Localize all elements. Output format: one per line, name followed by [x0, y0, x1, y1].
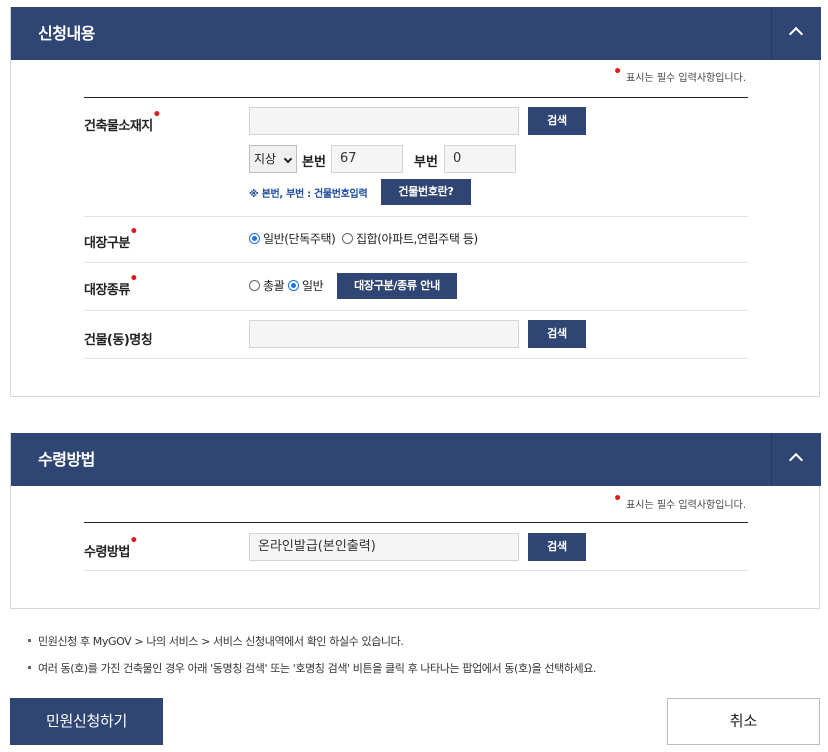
- register-kind-general-radio[interactable]: [288, 280, 299, 291]
- required-note: • 표시는 필수 입력사항입니다.: [613, 64, 746, 84]
- required-dot-icon: •: [129, 224, 138, 240]
- form-top-divider: [84, 97, 748, 98]
- receive-method-label: 수령방법 •: [84, 533, 138, 560]
- notice-item: 여러 동(호)를 가진 건축물인 경우 아래 '동명칭 검색' 또는 '호명칭 …: [28, 660, 596, 676]
- chevron-up-icon: [788, 26, 804, 42]
- address-label: 건축물소재지 •: [84, 107, 161, 134]
- required-dot-icon: •: [613, 491, 623, 507]
- row-divider: [84, 358, 748, 359]
- receive-method-search-button[interactable]: 검색: [528, 533, 586, 561]
- form-top-divider: [84, 522, 748, 523]
- application-panel-header: 신청내용: [11, 7, 821, 60]
- register-kind-label: 대장종류 •: [84, 271, 138, 298]
- receive-method-panel: 수령방법 • 표시는 필수 입력사항입니다. 수령방법 • 온라인발급(본인출력) …: [10, 433, 821, 609]
- collapse-toggle-button[interactable]: [771, 7, 821, 60]
- receive-panel-header: 수령방법: [11, 433, 821, 486]
- bullet-icon: [28, 639, 31, 642]
- required-dot-icon: •: [129, 533, 138, 549]
- register-kind-summary-radio[interactable]: [249, 280, 260, 291]
- sub-no-input[interactable]: 0: [444, 145, 516, 173]
- receive-method-input[interactable]: 온라인발급(본인출력): [249, 533, 519, 561]
- building-no-help-button[interactable]: 건물번호란?: [381, 179, 471, 205]
- sub-no-label: 부번: [414, 155, 438, 170]
- main-no-label: 본번: [302, 155, 326, 170]
- bullet-icon: [28, 666, 31, 669]
- address-input[interactable]: [249, 107, 519, 135]
- register-kind-general-label[interactable]: 일반: [302, 277, 324, 294]
- row-divider: [84, 310, 748, 311]
- register-type-label: 대장구분 •: [84, 224, 138, 251]
- row-divider: [84, 262, 748, 263]
- panel-title: 신청내용: [38, 24, 95, 43]
- collapse-toggle-button[interactable]: [771, 433, 821, 486]
- building-no-hint: ※ 본번, 부번 : 건물번호입력: [249, 189, 368, 200]
- required-dot-icon: •: [129, 271, 138, 287]
- chevron-up-icon: [788, 452, 804, 468]
- notice-item: 민원신청 후 MyGOV > 나의 서비스 > 서비스 신청내역에서 확인 하실…: [28, 633, 404, 649]
- required-dot-icon: •: [152, 107, 161, 123]
- building-name-input[interactable]: [249, 320, 519, 348]
- panel-title: 수령방법: [38, 450, 95, 469]
- register-type-collective-radio[interactable]: [342, 233, 353, 244]
- required-note: • 표시는 필수 입력사항입니다.: [613, 491, 746, 511]
- register-type-collective-label[interactable]: 집합(아파트,연립주택 등): [356, 230, 478, 247]
- floor-select[interactable]: 지상: [249, 145, 297, 173]
- floor-select-value: 지상: [254, 152, 277, 166]
- register-kind-summary-label[interactable]: 총괄: [263, 277, 285, 294]
- main-no-input[interactable]: 67: [331, 145, 403, 173]
- building-name-label: 건물(동)명칭: [84, 333, 153, 348]
- application-panel: 신청내용 • 표시는 필수 입력사항입니다. 건축물소재지 • 검색 지상 본번 6…: [10, 7, 821, 397]
- register-type-general-radio[interactable]: [249, 233, 260, 244]
- chevron-down-icon: [283, 154, 293, 164]
- required-dot-icon: •: [613, 64, 623, 80]
- address-search-button[interactable]: 검색: [528, 107, 586, 135]
- submit-application-button[interactable]: 민원신청하기: [10, 698, 163, 745]
- building-name-search-button[interactable]: 검색: [528, 320, 586, 348]
- register-guide-button[interactable]: 대장구분/종류 안내: [337, 273, 457, 299]
- row-divider: [84, 570, 748, 571]
- row-divider: [84, 216, 748, 217]
- cancel-button[interactable]: 취소: [667, 698, 820, 745]
- register-type-general-label[interactable]: 일반(단독주택): [263, 230, 336, 247]
